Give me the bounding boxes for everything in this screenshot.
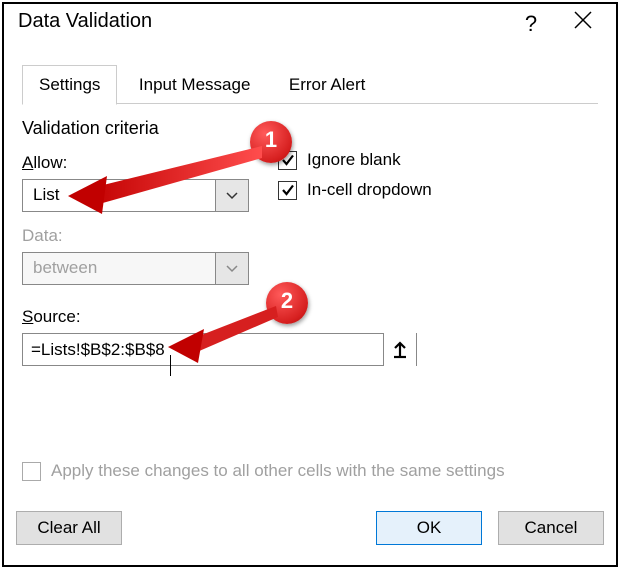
close-button[interactable] — [568, 10, 598, 35]
annotation-2-arrow — [156, 299, 286, 359]
dialog-footer: Clear All OK Cancel — [16, 511, 604, 551]
data-label: Data: — [22, 226, 598, 246]
ok-button[interactable]: OK — [376, 511, 482, 545]
tab-error-alert[interactable]: Error Alert — [272, 65, 383, 105]
ignore-blank-label: Ignore blank — [307, 150, 401, 170]
tab-settings[interactable]: Settings — [22, 65, 117, 105]
data-value: between — [23, 253, 215, 284]
clear-all-button[interactable]: Clear All — [16, 511, 122, 545]
incell-dropdown-checkbox[interactable] — [278, 181, 297, 200]
source-label: Source: — [22, 307, 598, 327]
checkmark-icon — [281, 183, 295, 197]
dialog-title: Data Validation — [18, 10, 152, 33]
range-selector-icon — [392, 341, 408, 359]
data-validation-dialog: Data Validation ? Settings Input Message… — [2, 2, 618, 567]
incell-dropdown-row: In-cell dropdown — [278, 180, 432, 200]
cancel-button[interactable]: Cancel — [498, 511, 604, 545]
data-dropdown-button — [215, 253, 248, 284]
annotation-1-arrow — [62, 134, 262, 214]
apply-changes-checkbox[interactable] — [22, 462, 41, 481]
close-icon — [573, 10, 593, 30]
titlebar: Data Validation ? — [4, 4, 616, 48]
apply-changes-row: Apply these changes to all other cells w… — [22, 461, 505, 481]
tab-input-message[interactable]: Input Message — [122, 65, 268, 105]
tabstrip: Settings Input Message Error Alert — [22, 64, 598, 104]
checkbox-group: Ignore blank In-cell dropdown — [278, 150, 432, 210]
data-combo: between — [22, 252, 249, 285]
chevron-down-icon — [226, 265, 238, 273]
range-selector-button[interactable] — [383, 333, 416, 366]
ignore-blank-row: Ignore blank — [278, 150, 432, 170]
help-button[interactable]: ? — [516, 12, 546, 36]
incell-dropdown-label: In-cell dropdown — [307, 180, 432, 200]
apply-changes-label: Apply these changes to all other cells w… — [51, 461, 505, 481]
